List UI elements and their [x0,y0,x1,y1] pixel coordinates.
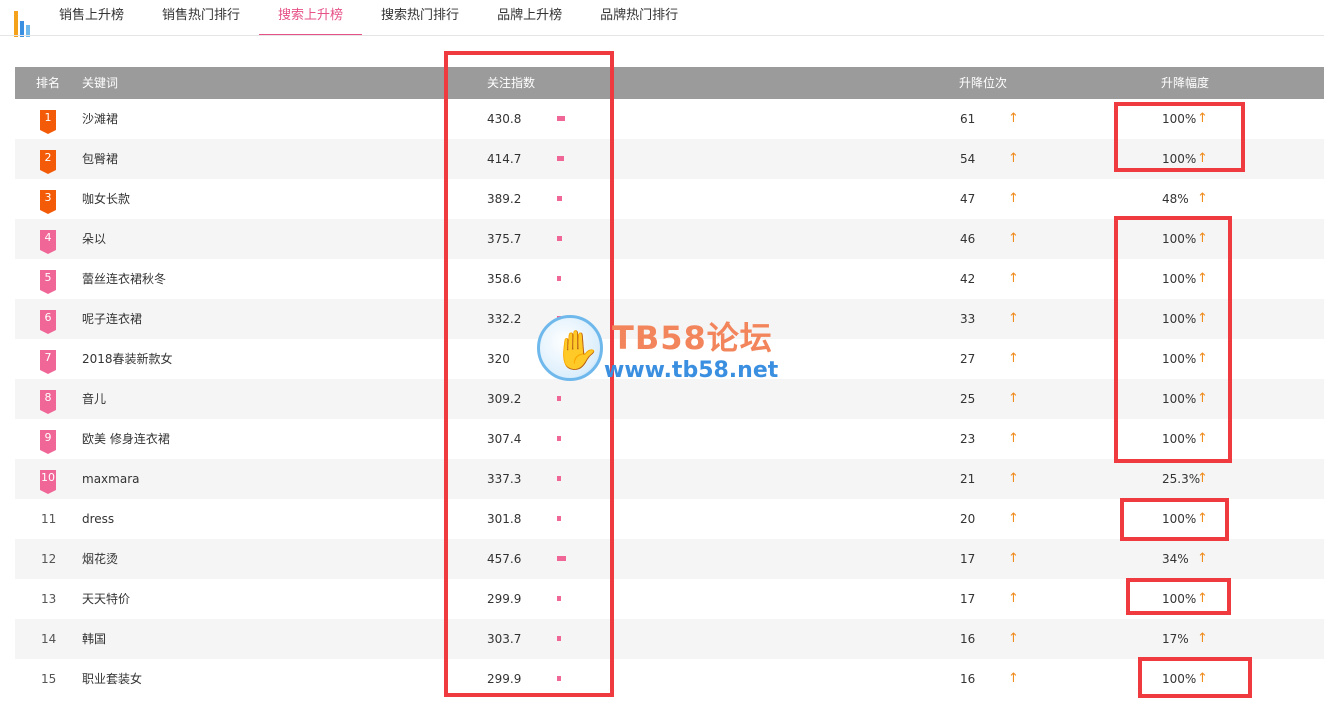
keyword-text[interactable]: 职业套装女 [82,659,142,699]
rank-badge: 8 [40,390,56,414]
rise-arrow-icon: ↑ [1008,271,1019,286]
annotation-box-percent-13 [1126,578,1231,615]
rise-value: 25 [960,392,976,406]
keyword-text[interactable]: 韩国 [82,619,106,659]
tab-brand-hot[interactable]: 品牌热门排行 [581,0,697,36]
rise-arrow-icon: ↑ [1008,631,1019,646]
rise-arrow-icon: ↑ [1008,591,1019,606]
rise-value: 42 [960,272,976,286]
percent-arrow-icon: ↑ [1197,471,1208,486]
rank-number: 13 [41,592,57,606]
rank-badge: 10 [40,470,56,494]
annotation-box-percent-4-9 [1114,216,1232,463]
watermark-url: www.tb58.net [604,358,779,383]
table-row[interactable]: 14 韩国 303.7 16 ↑ 17% ↑ [15,619,1324,659]
keyword-text[interactable]: 呢子连衣裙 [82,299,142,339]
hand-icon: ✋ [553,328,601,372]
rise-value: 54 [960,152,976,166]
rise-arrow-icon: ↑ [1008,111,1019,126]
top-bar: 销售上升榜 销售热门排行 搜索上升榜 搜索热门排行 品牌上升榜 品牌热门排行 [0,0,1324,38]
rank-badge: 5 [40,270,56,294]
keyword-text[interactable]: 天天特价 [82,579,130,619]
annotation-box-percent-15 [1138,657,1252,698]
rank-number: 14 [41,632,57,646]
tab-sales-hot[interactable]: 销售热门排行 [143,0,259,36]
rise-arrow-icon: ↑ [1008,551,1019,566]
rank-number: 12 [41,552,57,566]
tab-brand-rising[interactable]: 品牌上升榜 [478,0,581,36]
percent-arrow-icon: ↑ [1197,631,1208,646]
chart-logo-icon [14,7,36,37]
rank-badge: 6 [40,310,56,334]
rise-arrow-icon: ↑ [1008,191,1019,206]
keyword-text[interactable]: 音儿 [82,379,106,419]
keyword-text[interactable]: 咖女长款 [82,179,130,219]
rise-value: 17 [960,592,976,606]
percent-arrow-icon: ↑ [1197,191,1208,206]
header-keyword: 关键词 [82,76,119,90]
rise-value: 16 [960,672,976,686]
rise-arrow-icon: ↑ [1008,671,1019,686]
annotation-box-percent-11 [1120,498,1229,541]
rank-badge: 7 [40,350,56,374]
table-header: 排名 关键词 关注指数 升降位次 升降幅度 [15,67,1324,99]
annotation-box-percent-1-2 [1114,102,1245,172]
rise-arrow-icon: ↑ [1008,431,1019,446]
rise-arrow-icon: ↑ [1008,351,1019,366]
watermark-title: TB58论坛 [612,319,773,357]
table-row[interactable]: 3 咖女长款 389.2 47 ↑ 48% ↑ [15,179,1324,219]
percent-arrow-icon: ↑ [1197,551,1208,566]
tab-search-rising[interactable]: 搜索上升榜 [259,0,363,36]
rank-badge: 1 [40,110,56,134]
ranking-tabs: 销售上升榜 销售热门排行 搜索上升榜 搜索热门排行 品牌上升榜 品牌热门排行 [40,0,697,36]
rank-badge: 2 [40,150,56,174]
table-row[interactable]: 10 maxmara 337.3 21 ↑ 25.3% ↑ [15,459,1324,499]
rise-arrow-icon: ↑ [1008,391,1019,406]
keyword-text[interactable]: 2018春装新款女 [82,339,173,379]
rise-value: 17 [960,552,976,566]
rise-value: 27 [960,352,976,366]
keyword-text[interactable]: 沙滩裙 [82,99,118,139]
forum-watermark: ✋ TB58论坛 www.tb58.net [537,313,807,388]
watermark-logo: ✋ [537,315,603,381]
rise-arrow-icon: ↑ [1008,511,1019,526]
percent-value: 25.3% [1162,472,1201,486]
tab-divider [0,35,1324,36]
header-rank: 排名 [36,76,61,90]
rise-arrow-icon: ↑ [1008,311,1019,326]
rise-value: 21 [960,472,976,486]
percent-value: 48% [1162,192,1189,206]
header-rise: 升降位次 [959,76,1008,90]
keyword-text[interactable]: 朵以 [82,219,106,259]
keyword-text[interactable]: maxmara [82,459,139,499]
table-row[interactable]: 15 职业套装女 299.9 16 ↑ 100% ↑ [15,659,1324,699]
tab-search-hot[interactable]: 搜索热门排行 [362,0,478,36]
rank-number: 11 [41,512,57,526]
keyword-text[interactable]: dress [82,499,114,539]
rise-arrow-icon: ↑ [1008,151,1019,166]
rise-value: 20 [960,512,976,526]
rank-badge: 9 [40,430,56,454]
percent-value: 17% [1162,632,1189,646]
tab-sales-rising[interactable]: 销售上升榜 [40,0,143,36]
header-percent: 升降幅度 [1161,76,1210,90]
rise-arrow-icon: ↑ [1008,471,1019,486]
rank-badge: 4 [40,230,56,254]
percent-value: 34% [1162,552,1189,566]
table-row[interactable]: 12 烟花烫 457.6 17 ↑ 34% ↑ [15,539,1324,579]
rise-value: 16 [960,632,976,646]
rank-badge: 3 [40,190,56,214]
rise-value: 23 [960,432,976,446]
keyword-text[interactable]: 烟花烫 [82,539,118,579]
rise-arrow-icon: ↑ [1008,231,1019,246]
keyword-text[interactable]: 包臀裙 [82,139,118,179]
keyword-text[interactable]: 蕾丝连衣裙秋冬 [82,259,166,299]
rise-value: 33 [960,312,976,326]
rise-value: 46 [960,232,976,246]
rank-number: 15 [41,672,57,686]
rise-value: 47 [960,192,976,206]
keyword-text[interactable]: 欧美 修身连衣裙 [82,419,170,459]
rise-value: 61 [960,112,976,126]
